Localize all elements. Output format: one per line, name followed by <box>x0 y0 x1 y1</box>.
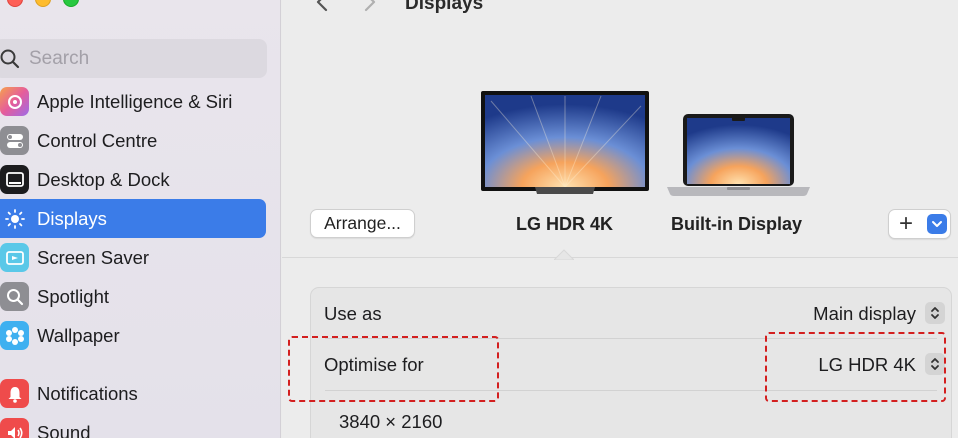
sidebar-item-label: Control Centre <box>37 129 158 151</box>
page-title: Displays <box>405 0 484 14</box>
desktop-dock-icon <box>0 165 29 194</box>
back-chevron-icon[interactable] <box>312 0 332 14</box>
sound-icon <box>0 418 29 438</box>
notifications-icon <box>0 379 29 408</box>
add-display-button[interactable]: + <box>888 209 951 239</box>
use-as-popup-button[interactable] <box>925 302 945 324</box>
arrange-button[interactable]: Arrange... <box>310 209 415 238</box>
chevron-down-icon <box>932 221 942 227</box>
monitor-label-lg: LG HDR 4K <box>516 214 614 234</box>
add-display-menu-button[interactable] <box>927 214 947 234</box>
search-field[interactable]: Search <box>0 39 267 78</box>
use-as-label: Use as <box>324 303 382 324</box>
control-centre-icon <box>0 126 29 155</box>
toolbar: Displays <box>282 0 958 20</box>
search-placeholder: Search <box>29 47 90 69</box>
highlight-optimise-for-value <box>765 332 946 402</box>
zoom-window-button[interactable] <box>63 0 79 7</box>
built-in-display-thumbnail[interactable] <box>667 114 810 196</box>
main-content: Displays LG HDR 4K Built-in Display Arra… <box>282 0 958 438</box>
minimize-window-button[interactable] <box>35 0 51 7</box>
search-icon <box>0 49 20 68</box>
selection-pointer-icon <box>554 249 574 260</box>
sidebar-item-label: Spotlight <box>37 285 109 307</box>
displays-icon <box>0 204 29 233</box>
spotlight-icon <box>0 282 29 311</box>
sidebar-item-apple-intelligence[interactable]: Apple Intelligence & Siri <box>0 82 266 121</box>
use-as-value[interactable]: Main display <box>813 303 916 325</box>
sidebar-item-control-centre[interactable]: Control Centre <box>0 121 266 160</box>
sidebar-item-displays[interactable]: Displays <box>0 199 266 238</box>
up-down-chevron-icon <box>931 307 939 319</box>
sidebar-item-label: Wallpaper <box>37 324 120 346</box>
sidebar-item-label: Desktop & Dock <box>37 168 170 190</box>
forward-chevron-icon[interactable] <box>360 0 380 14</box>
sidebar-item-screen-saver[interactable]: Screen Saver <box>0 238 266 277</box>
close-window-button[interactable] <box>7 0 23 7</box>
resolution-value[interactable]: 3840 × 2160 <box>339 411 442 433</box>
screen-saver-icon <box>0 243 29 272</box>
sidebar-item-label: Notifications <box>37 382 138 404</box>
sidebar-item-label: Screen Saver <box>37 246 150 268</box>
add-display-plus[interactable]: + <box>899 211 913 237</box>
sidebar-item-sound[interactable]: Sound <box>0 413 266 438</box>
sidebar-item-label: Displays <box>37 207 107 229</box>
sidebar-item-desktop-dock[interactable]: Desktop & Dock <box>0 160 266 199</box>
highlight-optimise-for-label <box>288 336 499 402</box>
sidebar-item-label: Apple Intelligence & Siri <box>37 90 233 112</box>
wallpaper-icon <box>0 321 29 350</box>
sidebar-item-wallpaper[interactable]: Wallpaper <box>0 316 266 355</box>
lg-monitor-thumbnail[interactable] <box>481 91 649 195</box>
sidebar-item-spotlight[interactable]: Spotlight <box>0 277 266 316</box>
sidebar: Search Apple Intelligence & Siri Control… <box>0 0 281 438</box>
display-arrangement-area: LG HDR 4K Built-in Display Arrange... + <box>282 20 958 260</box>
sidebar-item-label: Sound <box>37 421 91 438</box>
monitor-label-built-in: Built-in Display <box>671 214 803 234</box>
apple-intelligence-icon <box>0 87 29 116</box>
sidebar-item-notifications[interactable]: Notifications <box>0 374 266 413</box>
